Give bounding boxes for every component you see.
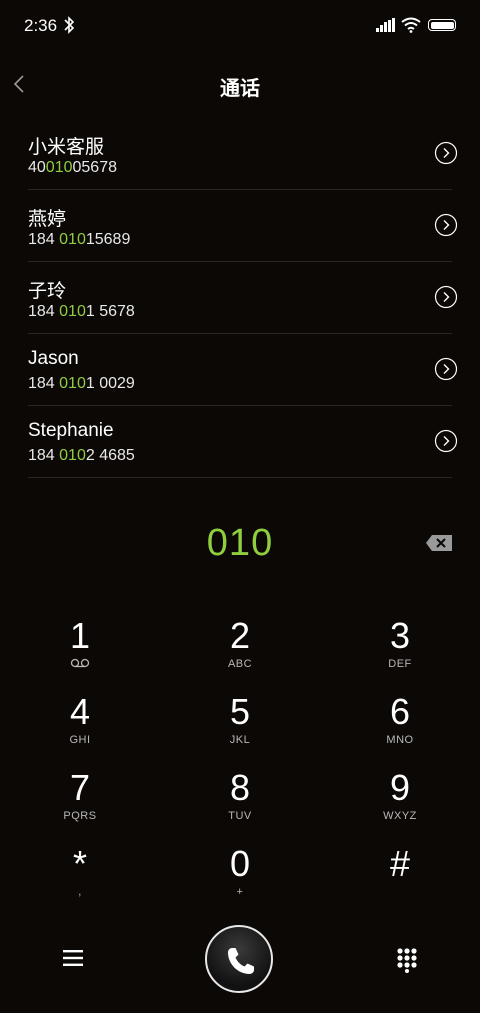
contact-number: 4001005678 (28, 159, 117, 176)
key-1[interactable]: 1 (20, 616, 140, 686)
key-8[interactable]: 8 TUV (180, 768, 300, 838)
key-digit: 9 (389, 767, 411, 808)
contact-number: 184 01015689 (28, 231, 131, 248)
bluetooth-icon (64, 16, 75, 34)
contact-name: 小米客服 (28, 137, 105, 158)
signal-icon (376, 18, 395, 32)
key-letters: JKL (229, 734, 251, 746)
key-3[interactable]: 3 DEF (340, 616, 460, 686)
key-digit: 7 (69, 767, 91, 808)
contact-name: Jason (28, 348, 79, 369)
wifi-icon (401, 17, 421, 33)
backspace-icon[interactable] (425, 534, 453, 552)
key-6[interactable]: 6 MNO (340, 692, 460, 762)
key-digit: 4 (69, 691, 91, 732)
key-5[interactable]: 5 JKL (180, 692, 300, 762)
key-digit: 3 (389, 615, 411, 656)
status-bar: 2:36 (0, 0, 480, 52)
key-letters: , (78, 886, 82, 898)
page-title: 通话 (220, 78, 260, 100)
key-4[interactable]: 4 GHI (20, 692, 140, 762)
key-letters: TUV (228, 810, 252, 822)
key-letters: GHI (69, 734, 91, 746)
call-button[interactable] (205, 925, 273, 993)
key-letters: PQRS (63, 810, 97, 822)
contact-number: 184 0102 4685 (28, 447, 135, 464)
status-time: 2:36 (24, 16, 58, 35)
contact-row[interactable]: Jason 184 0101 0029 (28, 334, 458, 406)
chevron-right-circle-icon[interactable] (434, 141, 458, 165)
contact-number: 184 0101 5678 (28, 303, 135, 320)
key-0[interactable]: 0 + (180, 844, 300, 914)
key-digit: 8 (229, 767, 251, 808)
dial-input[interactable]: 010 (0, 522, 480, 565)
key-9[interactable]: 9 WXYZ (340, 768, 460, 838)
menu-icon[interactable] (62, 946, 84, 970)
contact-list: 小米客服 4001005678 燕婷 184 01015689 子玲 184 0… (28, 118, 458, 478)
chevron-right-circle-icon[interactable] (434, 285, 458, 309)
contact-row[interactable]: 小米客服 4001005678 (28, 118, 458, 190)
key-letters: DEF (388, 658, 412, 670)
contact-name: 燕婷 (28, 209, 67, 230)
key-letters: ABC (227, 658, 253, 670)
chevron-right-circle-icon[interactable] (434, 357, 458, 381)
key-digit: # (389, 843, 411, 884)
contact-row[interactable]: 燕婷 184 01015689 (28, 190, 458, 262)
key-digit: 5 (229, 691, 251, 732)
key-star[interactable]: * , (20, 844, 140, 914)
key-letters: + (236, 886, 244, 898)
key-7[interactable]: 7 PQRS (20, 768, 140, 838)
contact-row[interactable]: Stephanie 184 0102 4685 (28, 406, 458, 478)
contact-row[interactable]: 子玲 184 0101 5678 (28, 262, 458, 334)
key-2[interactable]: 2 ABC (180, 616, 300, 686)
key-digit: 2 (229, 615, 251, 656)
key-hash[interactable]: # (340, 844, 460, 914)
dialpad-icon[interactable] (396, 947, 418, 973)
chevron-right-circle-icon[interactable] (434, 429, 458, 453)
contact-name: 子玲 (28, 281, 67, 302)
battery-icon (428, 19, 456, 31)
key-letters: WXYZ (383, 810, 417, 822)
key-digit: 0 (229, 843, 251, 884)
chevron-right-circle-icon[interactable] (434, 213, 458, 237)
key-digit: 1 (69, 615, 91, 656)
key-digit: * (72, 843, 87, 884)
phone-icon (228, 948, 254, 974)
contact-name: Stephanie (28, 420, 114, 441)
contact-number: 184 0101 0029 (28, 375, 135, 392)
key-letters: MNO (386, 734, 414, 746)
voicemail-icon (70, 658, 90, 668)
key-digit: 6 (389, 691, 411, 732)
